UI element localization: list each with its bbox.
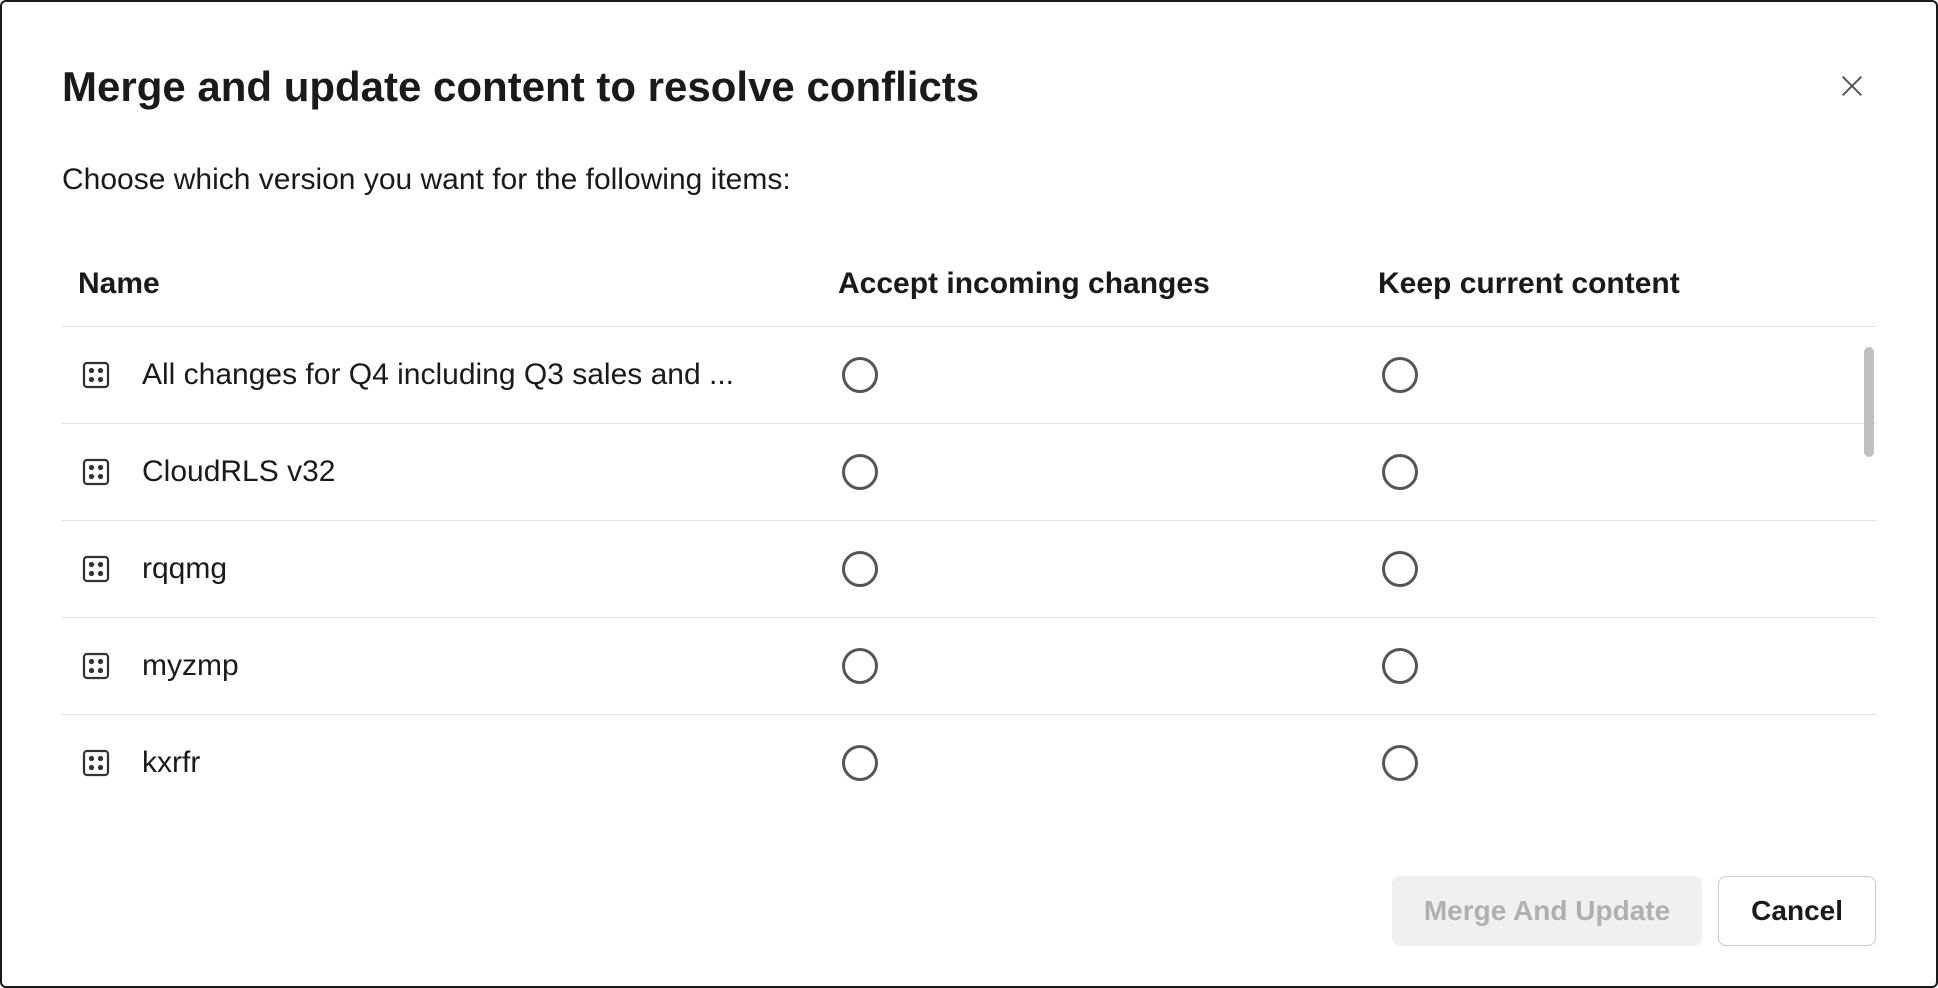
merge-and-update-button[interactable]: Merge And Update	[1392, 876, 1702, 946]
dataflow-icon	[78, 551, 114, 587]
dataflow-icon	[78, 745, 114, 781]
row-name-cell: CloudRLS v32	[78, 454, 838, 490]
column-header-keep: Keep current content	[1378, 267, 1876, 301]
dataflow-icon	[78, 454, 114, 490]
keep-radio[interactable]	[1382, 745, 1418, 781]
accept-radio[interactable]	[842, 357, 878, 393]
table-header-row: Name Accept incoming changes Keep curren…	[62, 267, 1876, 327]
row-name-cell: myzmp	[78, 648, 838, 684]
keep-radio[interactable]	[1382, 357, 1418, 393]
conflict-table: Name Accept incoming changes Keep curren…	[62, 267, 1876, 836]
row-accept-cell	[838, 648, 1378, 684]
dialog-header: Merge and update content to resolve conf…	[62, 62, 1876, 113]
accept-radio[interactable]	[842, 551, 878, 587]
dialog-footer: Merge And Update Cancel	[62, 876, 1876, 946]
accept-radio[interactable]	[842, 745, 878, 781]
row-keep-cell	[1378, 551, 1876, 587]
row-keep-cell	[1378, 745, 1876, 781]
item-name: CloudRLS v32	[142, 455, 335, 489]
column-header-accept: Accept incoming changes	[838, 267, 1378, 301]
item-name: rqqmg	[142, 552, 227, 586]
accept-radio[interactable]	[842, 648, 878, 684]
dataflow-icon	[78, 357, 114, 393]
close-button[interactable]	[1828, 62, 1876, 113]
row-keep-cell	[1378, 357, 1876, 393]
table-row: rqqmg	[62, 521, 1876, 618]
row-accept-cell	[838, 745, 1378, 781]
scrollbar-thumb[interactable]	[1864, 347, 1874, 457]
table-row: myzmp	[62, 618, 1876, 715]
item-name: myzmp	[142, 649, 239, 683]
accept-radio[interactable]	[842, 454, 878, 490]
row-keep-cell	[1378, 648, 1876, 684]
dialog-subtitle: Choose which version you want for the fo…	[62, 163, 1876, 197]
keep-radio[interactable]	[1382, 648, 1418, 684]
row-name-cell: rqqmg	[78, 551, 838, 587]
keep-radio[interactable]	[1382, 551, 1418, 587]
table-row: kxrfr	[62, 715, 1876, 811]
item-name: All changes for Q4 including Q3 sales an…	[142, 358, 734, 392]
row-keep-cell	[1378, 454, 1876, 490]
merge-conflicts-dialog: Merge and update content to resolve conf…	[0, 0, 1938, 988]
cancel-button[interactable]: Cancel	[1718, 876, 1876, 946]
close-icon	[1836, 70, 1868, 105]
table-row: CloudRLS v32	[62, 424, 1876, 521]
row-name-cell: kxrfr	[78, 745, 838, 781]
column-header-name: Name	[78, 267, 838, 301]
item-name: kxrfr	[142, 746, 200, 780]
keep-radio[interactable]	[1382, 454, 1418, 490]
row-accept-cell	[838, 454, 1378, 490]
dialog-title: Merge and update content to resolve conf…	[62, 62, 979, 112]
dataflow-icon	[78, 648, 114, 684]
table-row: All changes for Q4 including Q3 sales an…	[62, 327, 1876, 424]
row-accept-cell	[838, 357, 1378, 393]
row-accept-cell	[838, 551, 1378, 587]
row-name-cell: All changes for Q4 including Q3 sales an…	[78, 357, 838, 393]
